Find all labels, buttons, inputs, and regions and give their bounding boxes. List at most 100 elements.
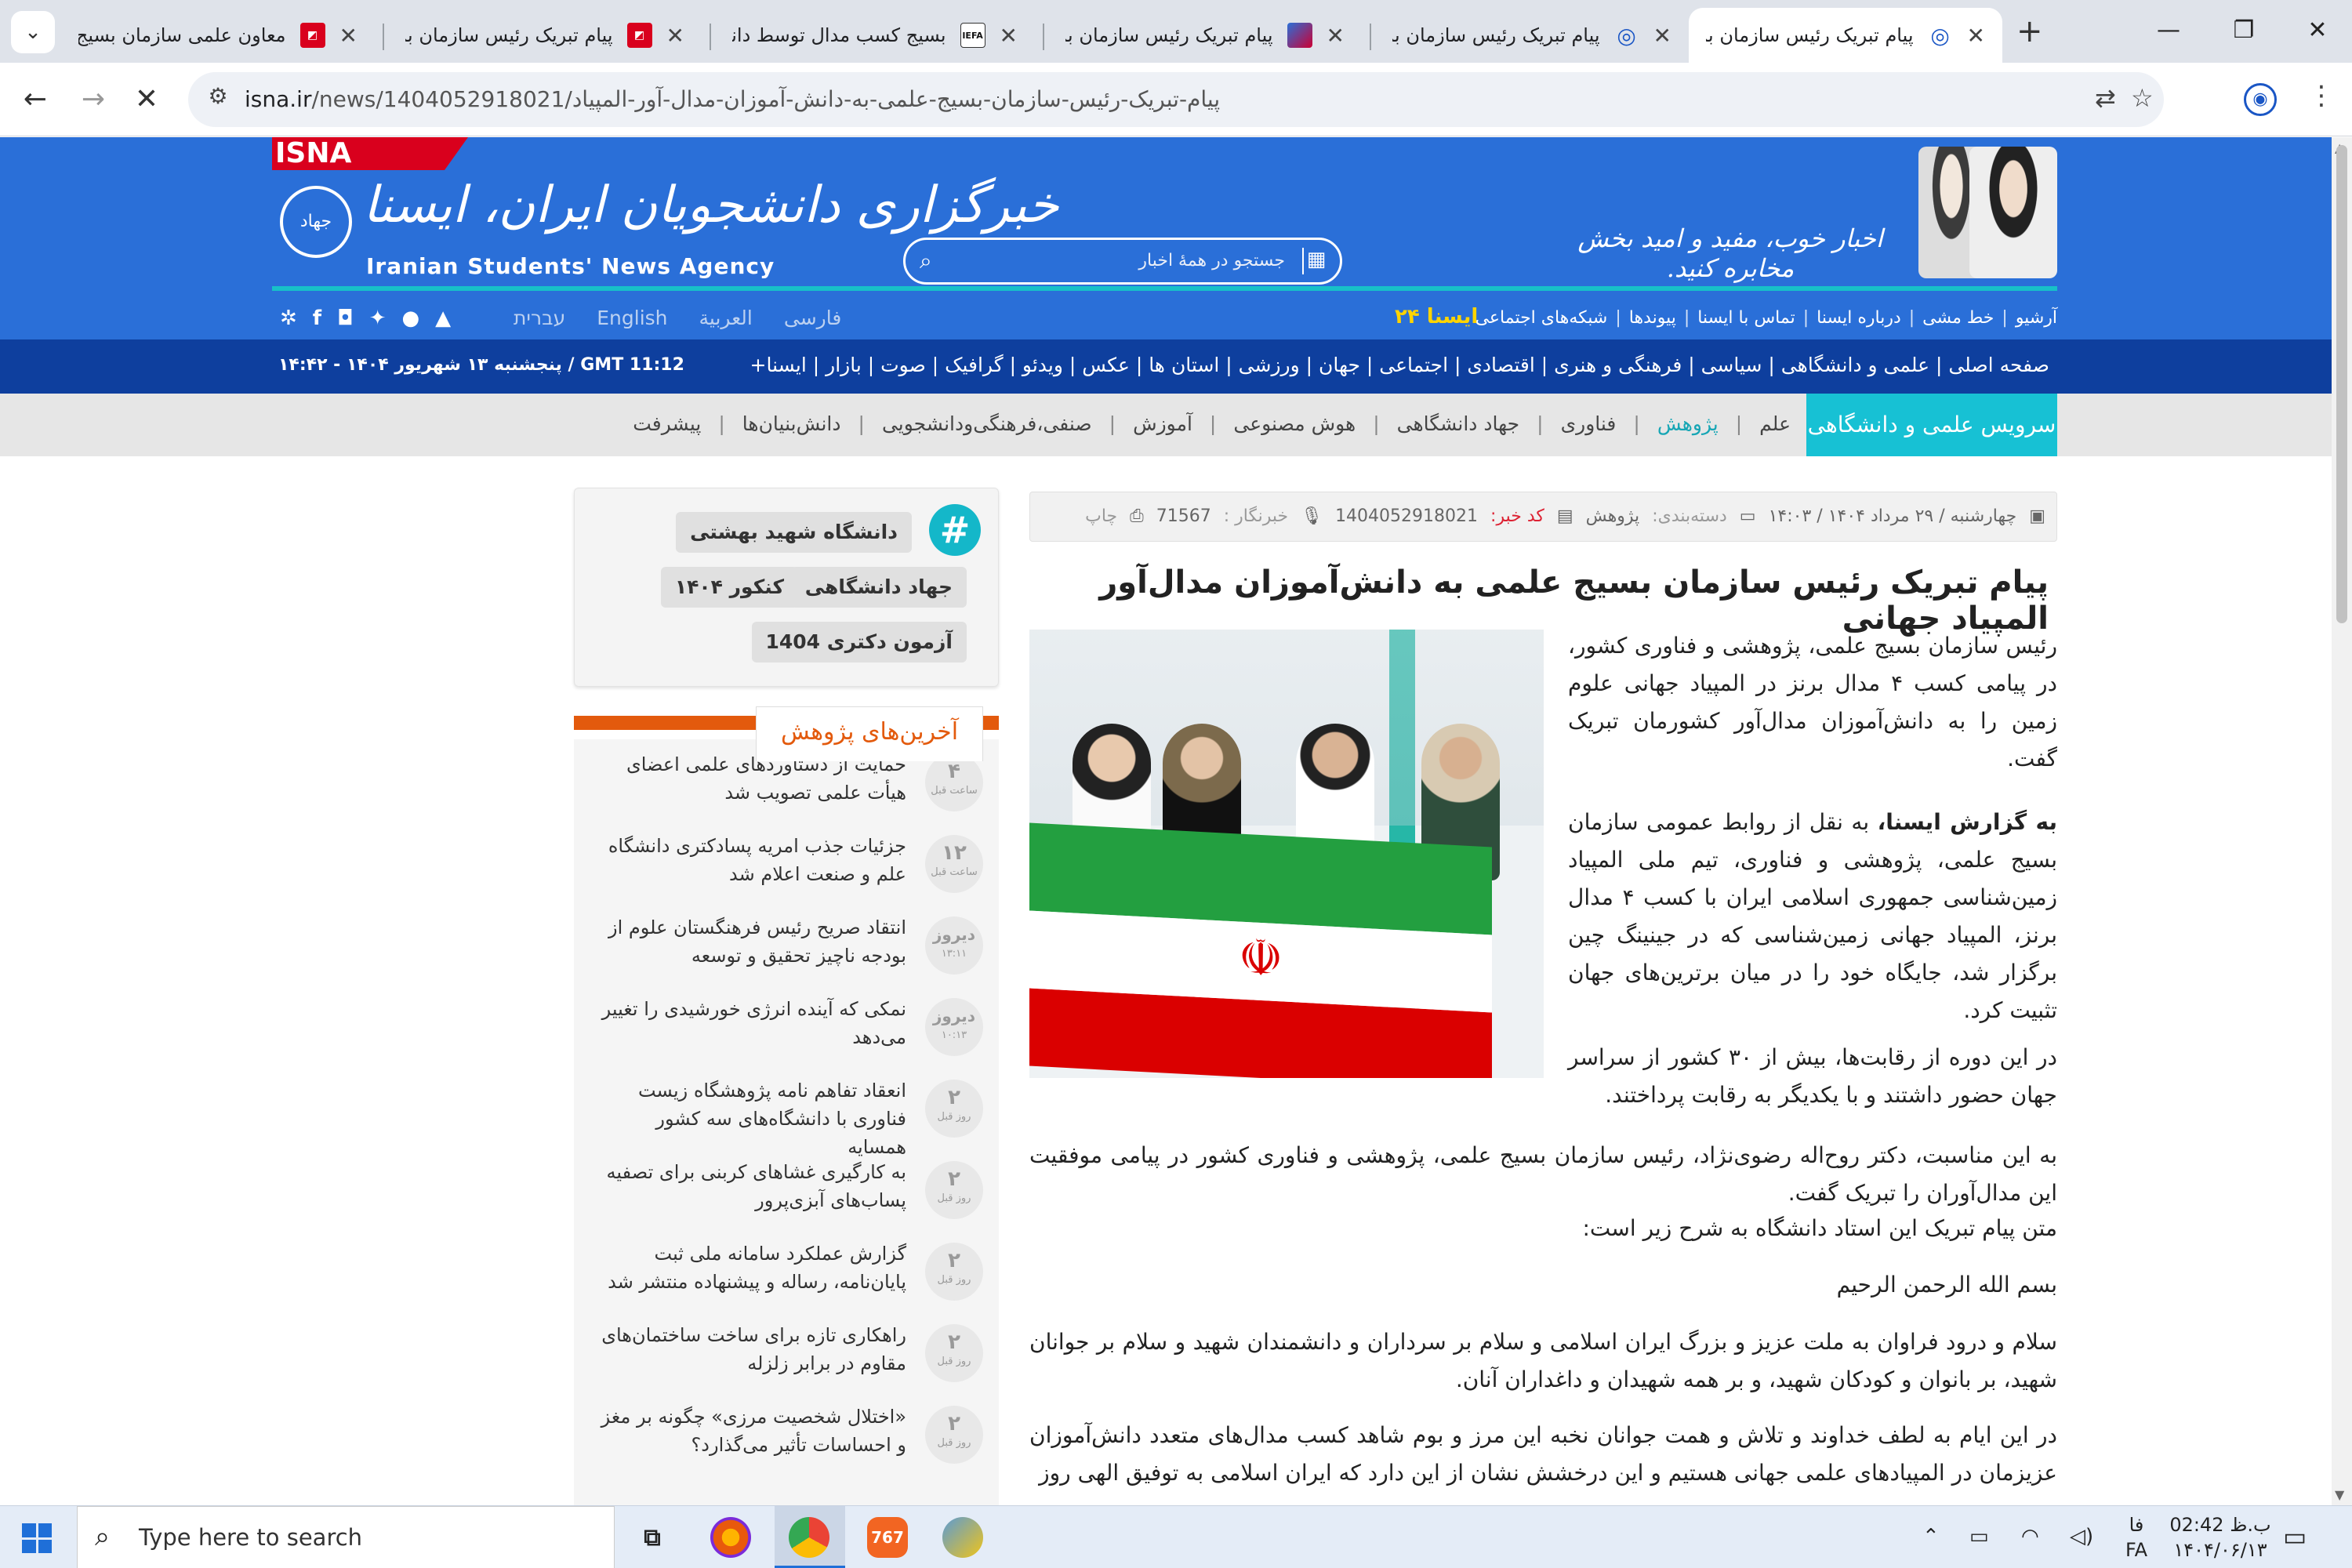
util-link[interactable]: آرشیو [2016,308,2057,328]
apple-icon[interactable]: ● [401,307,419,330]
tag-chip[interactable]: آزمون دکتری 1404 [751,622,967,662]
page-scrollbar[interactable]: ▲ ▼ [2332,137,2352,1505]
window-close-button[interactable]: ✕ [2294,9,2341,52]
android-icon[interactable]: ▲ [435,307,451,330]
category[interactable]: پژوهش [1586,506,1640,526]
print-icon[interactable]: ⎙ [1130,506,1144,526]
subnav-item[interactable]: جهاد دانشگاهی [1397,412,1519,435]
app-badge-icon[interactable]: 767 [867,1517,908,1558]
list-item[interactable]: ۲ روز قبل انعقاد تفاهم نامه پژوهشگاه زیست… [574,1065,999,1158]
address-bar[interactable]: ⚙ isna.ir/news/1404052918021/پیام-تبریک-… [188,72,2164,127]
bookmark-star-icon[interactable]: ☆ [2131,83,2154,113]
close-icon[interactable]: ✕ [1653,23,1671,49]
logo-persian[interactable]: خبرگزاری دانشجویان ایران، ایسنا [363,176,1059,234]
lang-hebrew[interactable]: עברית [514,307,565,329]
task-view-icon[interactable]: ⧉ [632,1517,673,1558]
close-icon[interactable]: ✕ [1000,23,1018,49]
tab-search-button[interactable]: ⌄ [11,11,55,53]
subnav-item[interactable]: فناوری [1561,412,1617,435]
new-tab-button[interactable]: + [2016,14,2043,49]
facebook-icon[interactable]: f [313,307,321,330]
print-button[interactable]: چاپ [1085,506,1117,526]
menu-kebab-icon[interactable]: ⋮ [2308,80,2335,111]
service-title[interactable]: سرویس علمی و دانشگاهی [1806,394,2057,456]
scroll-down-icon[interactable]: ▼ [2335,1487,2344,1502]
tag-chip[interactable]: دانشگاه شهید بهشتی [676,512,912,553]
list-item[interactable]: ۲ روز قبل «اختلال شخصیت مرزی» چگونه بر مغ… [574,1392,999,1473]
paint-icon[interactable] [942,1517,983,1558]
news-link[interactable]: نمکی که آینده انرژی خورشیدی را تغییر می‌… [593,995,906,1051]
restore-button[interactable]: ❐ [2220,9,2267,52]
subnav-item[interactable]: آموزش [1133,412,1192,435]
translate-icon[interactable]: ⇄ [2095,83,2116,113]
notification-icon[interactable]: ▭ [2283,1522,2307,1552]
lang-arabic[interactable]: العربية [699,307,753,329]
latest-title[interactable]: آخرین‌های پژوهش [756,706,983,761]
logo-english[interactable]: Iranian Students' News Agency [366,253,775,279]
close-icon[interactable]: ✕ [666,23,684,49]
chrome-icon[interactable] [789,1517,829,1558]
list-item[interactable]: دیروز ۱۳:۱۱ انتقاد صریح رئیس فرهنگستان عل… [574,902,999,984]
close-icon[interactable]: ✕ [1327,23,1345,49]
browser-tab-active[interactable]: ◎ پیام تبریک رئیس سازمان بسیج ✕ [1689,8,2002,63]
profile-icon[interactable]: ◉ [2244,83,2277,116]
search-icon[interactable]: ⌕ [920,248,932,274]
tag-chip[interactable]: کنکور ۱۴۰۴ [660,567,798,608]
subnav-item[interactable]: صنفی،فرهنگی‌ودانشجویی [882,412,1092,435]
main-menu[interactable]: صفحه اصلی | علمی و دانشگاهی | سیاسی | فر… [750,354,2050,376]
subnav-item[interactable]: هوش مصنوعی [1233,412,1356,435]
subnav-item[interactable]: علم [1759,412,1791,435]
forward-button[interactable]: → [72,80,114,119]
volume-icon[interactable]: ◁) [2070,1525,2093,1548]
lang-english[interactable]: English [597,307,667,329]
subnav-item[interactable]: پیشرفت [633,412,701,435]
subnav-item-active[interactable]: پژوهش [1657,412,1719,435]
windows-start-icon[interactable] [22,1523,52,1553]
calendar-icon[interactable]: ▦ [1302,248,1329,274]
tag-chip[interactable]: جهاد دانشگاهی [790,567,967,608]
subnav-item[interactable]: دانش‌بنیان‌ها [742,412,841,435]
util-link[interactable]: پیوندها [1629,308,1676,328]
browser-tab[interactable]: ◎ پیام تبریک رئیس سازمان بسیج ✕ [1375,8,1689,63]
browser-tab[interactable]: ◩ معاون علمی سازمان بسیج: ✕ [61,8,375,63]
isna24-link[interactable]: ایسنا ۲۴ [1395,305,1478,328]
list-item[interactable]: ۲ روز قبل گزارش عملکرد سامانه ملی ثبت پای… [574,1229,999,1310]
list-item[interactable]: دیروز ۱۰:۱۳ نمکی که آینده انرژی خورشیدی ر… [574,984,999,1065]
close-icon[interactable]: ✕ [1967,23,1985,49]
news-link[interactable]: جزئیات جذب امریه پسادکتری دانشگاه علم و … [593,832,906,888]
close-icon[interactable]: ✕ [339,23,358,49]
wifi-icon[interactable]: ◠ [2021,1525,2039,1548]
browser-tab[interactable]: ◩ پیام تبریک رئیس سازمان بسیج ✕ [388,8,702,63]
firefox-icon[interactable] [710,1517,751,1558]
battery-icon[interactable]: ▭ [1969,1525,1989,1548]
lang-farsi[interactable]: فارسی [784,307,841,329]
isna-brand-tag[interactable]: ISNA [272,137,468,170]
input-language[interactable]: فا FA [2117,1512,2156,1563]
instagram-icon[interactable]: ◘ [337,307,354,330]
twitter-icon[interactable]: ✦ [369,307,387,330]
list-item[interactable]: ۲ روز قبل راهکاری تازه برای ساخت ساختمان‌… [574,1310,999,1392]
site-search[interactable]: ▦ جستجو در همهٔ اخبار ⌕ [903,238,1342,285]
news-link[interactable]: گزارش عملکرد سامانه ملی ثبت پایان‌نامه، … [593,1240,906,1296]
stop-loading-button[interactable]: ✕ [125,80,168,119]
news-link[interactable]: به کارگیری غشاهای کربنی برای تصفیه پساب‌… [593,1158,906,1214]
url-text[interactable]: isna.ir/news/1404052918021/پیام-تبریک-رئ… [245,86,1220,112]
site-info-icon[interactable]: ⚙ [202,83,234,114]
util-link[interactable]: تماس با ایسنا [1697,308,1795,328]
system-clock[interactable]: 02:42 ب.ظ ۱۴۰۴/۰۶/۱۳ [2165,1512,2275,1563]
aparat-icon[interactable]: ✲ [280,307,297,330]
jahad-logo-icon[interactable]: جهاد [280,186,352,258]
util-link[interactable]: خط مشی [1922,308,1994,328]
news-link[interactable]: راهکاری تازه برای ساخت ساختمان‌های مقاوم… [593,1321,906,1377]
util-link[interactable]: شبکه‌های اجتماعی [1475,308,1608,328]
news-link[interactable]: انتقاد صریح رئیس فرهنگستان علوم از بودجه… [593,913,906,970]
browser-tab[interactable]: IEFA بسیج کسب مدال توسط دانش ✕ [715,8,1035,63]
list-item[interactable]: ۲ روز قبل به کارگیری غشاهای کربنی برای تص… [574,1147,999,1229]
browser-tab[interactable]: پیام تبریک رئیس سازمان بسیج ✕ [1048,8,1362,63]
article-photo[interactable]: ☫ [1029,630,1544,1078]
news-link[interactable]: «اختلال شخصیت مرزی» چگونه بر مغز و احساس… [593,1403,906,1459]
taskbar-search[interactable]: ⌕ Type here to search [77,1506,615,1568]
minimize-button[interactable]: — [2145,9,2192,52]
chevron-up-icon[interactable]: ⌃ [1922,1525,1940,1548]
scrollbar-thumb[interactable] [2336,145,2347,623]
